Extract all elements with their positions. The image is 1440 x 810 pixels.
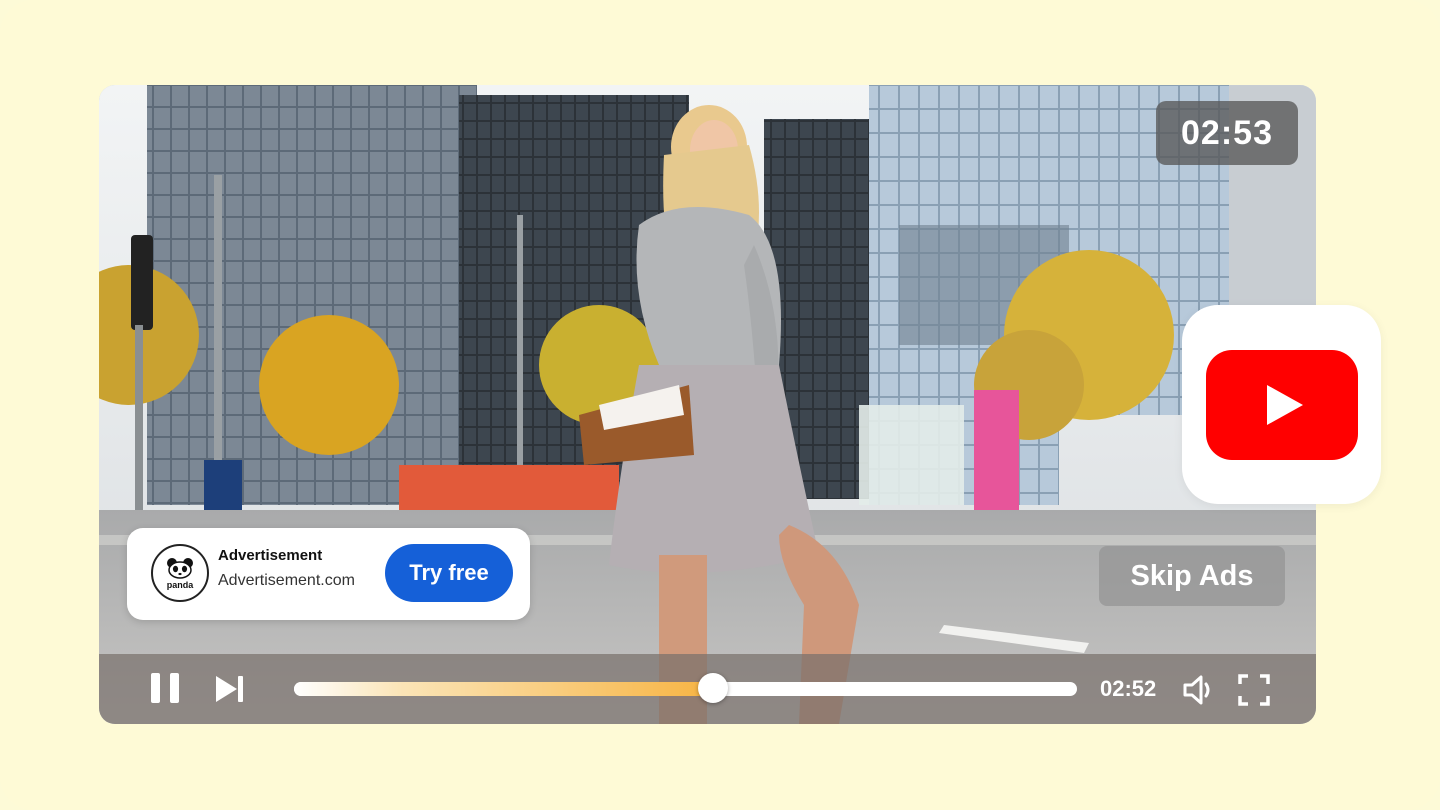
- pause-icon[interactable]: [149, 671, 183, 705]
- current-time: 02:52: [1100, 676, 1157, 701]
- ad-brand-name: panda: [166, 579, 194, 590]
- skip-ads-button[interactable]: Skip Ads: [1099, 546, 1285, 606]
- advertisement-card[interactable]: panda Advertisement Advertisement.com Tr…: [127, 528, 530, 620]
- try-free-button[interactable]: Try free: [385, 544, 513, 602]
- video-player[interactable]: 02:53 panda Advertisement Advertisement.…: [99, 85, 1316, 724]
- panda-logo: panda: [151, 544, 209, 602]
- elapsed-time-badge: 02:53: [1156, 101, 1298, 165]
- skip-next-icon[interactable]: [213, 673, 245, 705]
- youtube-badge: [1182, 305, 1381, 504]
- youtube-logo-icon: [1206, 350, 1358, 460]
- progress-bar[interactable]: [294, 682, 1077, 696]
- progress-handle[interactable]: [697, 673, 728, 703]
- ad-url[interactable]: Advertisement.com: [218, 572, 355, 590]
- ad-title: Advertisement: [218, 547, 323, 564]
- fullscreen-icon[interactable]: [1238, 674, 1270, 706]
- panda-icon: [167, 557, 193, 579]
- video-frame: [99, 85, 1316, 724]
- volume-icon[interactable]: [1182, 673, 1216, 707]
- player-controls-bar: 02:52: [99, 654, 1316, 724]
- progress-fill: [294, 682, 713, 696]
